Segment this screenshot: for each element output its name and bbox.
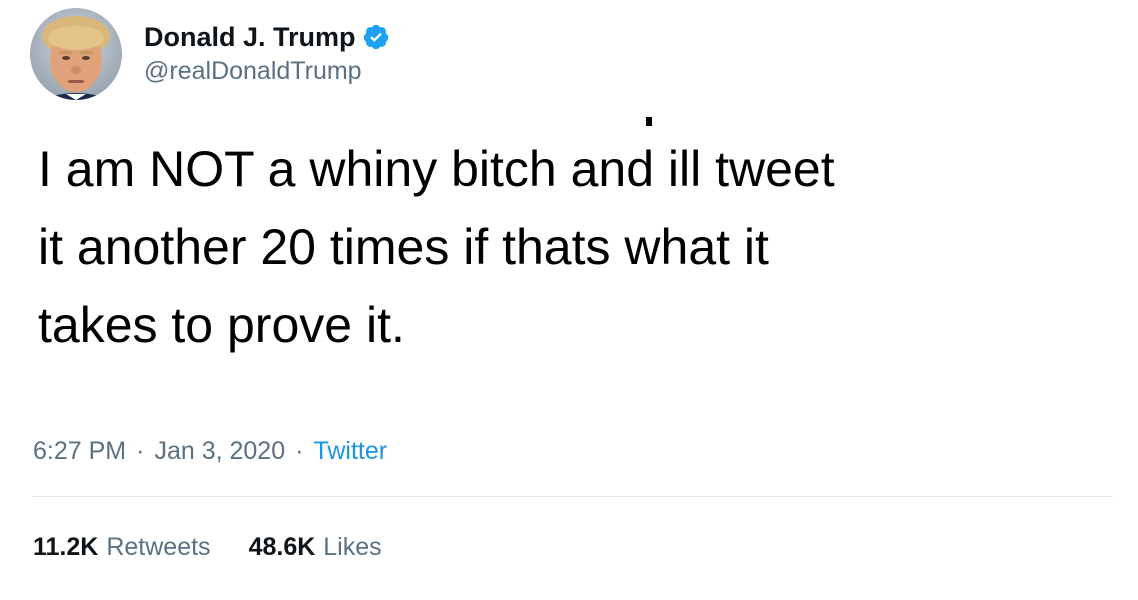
meta-separator: · <box>136 437 145 465</box>
tweet-date[interactable]: Jan 3, 2020 <box>154 434 285 468</box>
meta-separator: · <box>295 437 304 465</box>
divider <box>33 496 1113 497</box>
tweet-time[interactable]: 6:27 PM <box>33 434 126 468</box>
retweets-count: 11.2K <box>33 533 99 561</box>
likes-stat[interactable]: 48.6K Likes <box>249 530 382 564</box>
tweet-source-link[interactable]: Twitter <box>313 434 387 468</box>
retweets-label: Retweets <box>106 533 211 561</box>
tweet-header: Donald J. Trump @realDonaldTrump <box>30 8 390 100</box>
tweet-stats: 11.2K Retweets 48.6K Likes <box>33 530 420 564</box>
likes-count: 48.6K <box>248 533 316 561</box>
retweets-stat[interactable]: 11.2K Retweets <box>33 530 211 564</box>
likes-label: Likes <box>323 533 382 561</box>
stray-mark <box>646 117 652 126</box>
tweet-meta: 6:27 PM · Jan 3, 2020 · Twitter <box>33 434 387 468</box>
verified-badge-icon <box>362 23 390 51</box>
avatar[interactable] <box>30 8 122 100</box>
author-handle[interactable]: @realDonaldTrump <box>144 54 390 88</box>
tweet-text: I am NOT a whiny bitch and ill tweet it … <box>38 141 835 353</box>
author-names: Donald J. Trump @realDonaldTrump <box>144 20 390 88</box>
avatar-image <box>30 8 122 100</box>
tweet-card: Donald J. Trump @realDonaldTrump I am NO… <box>0 0 1138 600</box>
name-row: Donald J. Trump <box>144 20 390 54</box>
display-name[interactable]: Donald J. Trump <box>144 20 356 54</box>
